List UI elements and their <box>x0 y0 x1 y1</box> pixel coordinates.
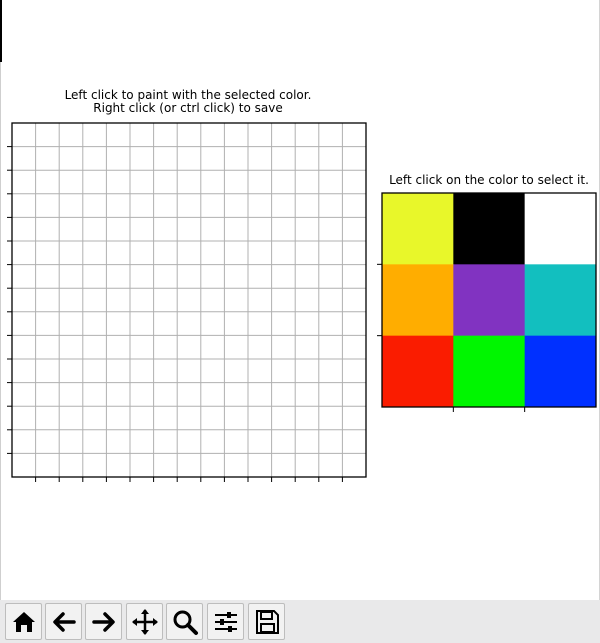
zoom-button[interactable] <box>166 603 203 640</box>
home-button[interactable] <box>5 603 42 640</box>
palette-swatch[interactable] <box>382 193 454 265</box>
color-palette[interactable] <box>370 185 600 415</box>
save-button[interactable] <box>248 603 285 640</box>
window-border-left-dark <box>0 0 2 62</box>
arrow-left-icon <box>52 611 76 632</box>
toolbar <box>0 600 600 643</box>
palette-swatch[interactable] <box>453 335 526 408</box>
palette-swatch[interactable] <box>524 264 597 337</box>
canvas-ticks <box>7 146 343 482</box>
palette-swatch[interactable] <box>524 193 597 265</box>
palette-swatch[interactable] <box>453 264 526 337</box>
palette-swatch[interactable] <box>382 264 454 337</box>
floppy-disk-icon <box>255 609 279 634</box>
canvas-title-line2: Right click (or ctrl click) to save <box>93 101 283 115</box>
configure-subplots-button[interactable] <box>207 603 244 640</box>
palette-swatch[interactable] <box>382 335 454 408</box>
magnifier-icon <box>173 610 198 635</box>
canvas-grid <box>12 123 366 477</box>
palette-cells[interactable] <box>382 193 597 408</box>
palette-swatch[interactable] <box>524 335 597 408</box>
arrow-right-icon <box>91 611 115 632</box>
paint-canvas[interactable] <box>0 115 372 490</box>
home-icon <box>12 611 35 632</box>
forward-button[interactable] <box>85 603 122 640</box>
palette-swatch[interactable] <box>453 193 526 265</box>
back-button[interactable] <box>45 603 82 640</box>
canvas-title: Left click to paint with the selected co… <box>38 89 338 115</box>
sliders-icon <box>214 611 237 632</box>
pan-button[interactable] <box>126 603 163 640</box>
move-icon <box>131 608 158 635</box>
canvas-frame <box>11 122 367 478</box>
